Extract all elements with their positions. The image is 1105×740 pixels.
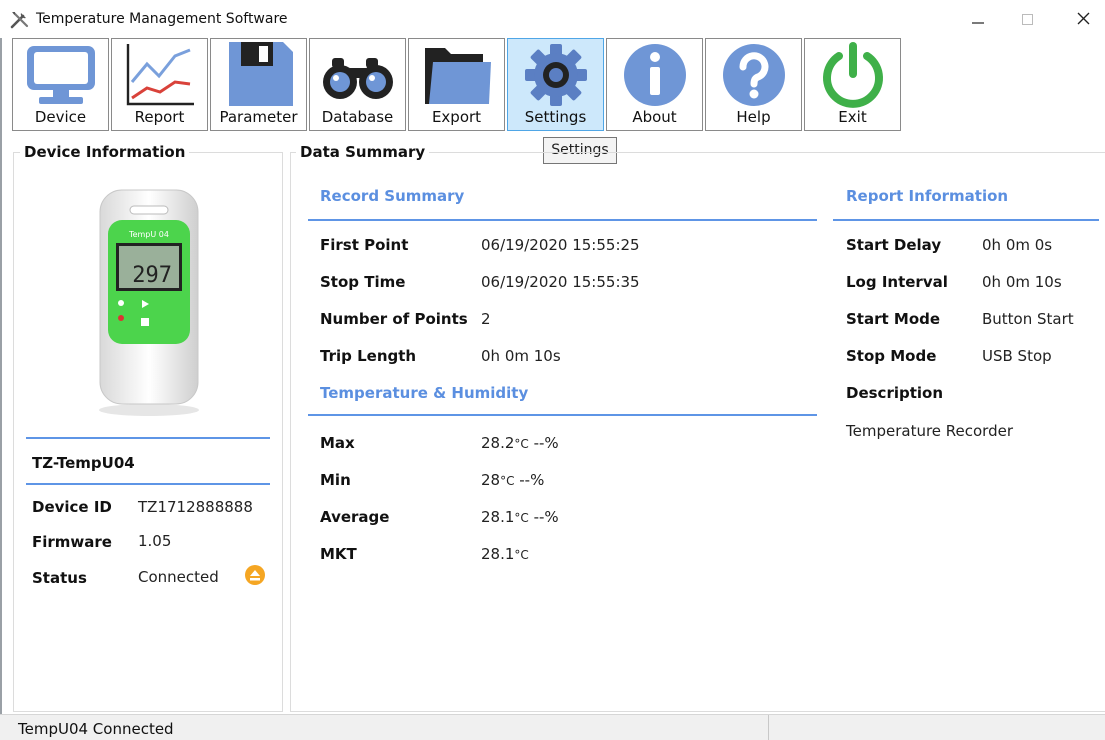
mkt-value: 28.1°C (481, 545, 529, 563)
data-logger-image: TempU 04 297 (99, 189, 199, 416)
record-summary-divider (308, 219, 817, 221)
report-button-label: Report (134, 108, 185, 126)
status-label: Status (32, 569, 87, 587)
average-label: Average (320, 508, 390, 526)
temp-humidity-heading: Temperature & Humidity (320, 384, 529, 402)
device-name: TZ-TempU04 (32, 454, 135, 472)
log-interval-label: Log Interval (846, 273, 948, 291)
first-point-label: First Point (320, 236, 409, 254)
temp-humidity-divider (308, 414, 817, 416)
trip-length-value: 0h 0m 10s (481, 347, 561, 365)
number-of-points-value: 2 (481, 310, 491, 328)
max-value: 28.2°C --% (481, 434, 559, 452)
device-divider-bottom (26, 483, 270, 485)
about-button-label: About (632, 108, 677, 126)
stop-time-label: Stop Time (320, 273, 406, 291)
record-summary-heading: Record Summary (320, 187, 465, 205)
device-information-title: Device Information (20, 143, 190, 161)
start-delay-value: 0h 0m 0s (982, 236, 1053, 254)
log-interval-value: 0h 0m 10s (982, 273, 1062, 291)
eject-icon[interactable] (244, 564, 266, 586)
device-divider-top (26, 437, 270, 439)
data-summary-title: Data Summary (296, 143, 430, 161)
description-value: Temperature Recorder (846, 422, 1014, 440)
device-display-reading: 297 (132, 263, 172, 288)
report-information-heading: Report Information (846, 187, 1009, 205)
device-button-label: Device (34, 108, 87, 126)
number-of-points-label: Number of Points (320, 310, 468, 328)
status-bar-divider (768, 715, 769, 740)
report-button[interactable]: Report (111, 38, 208, 131)
firmware-value: 1.05 (138, 532, 172, 550)
device-id-value: TZ1712888888 (138, 498, 253, 516)
export-button[interactable]: Export (408, 38, 505, 131)
database-button-label: Database (321, 108, 394, 126)
start-mode-label: Start Mode (846, 310, 941, 328)
average-value: 28.1°C --% (481, 508, 559, 526)
device-button[interactable]: Device (12, 38, 109, 131)
stop-mode-value: USB Stop (982, 347, 1052, 365)
start-delay-label: Start Delay (846, 236, 942, 254)
parameter-button-label: Parameter (219, 108, 298, 126)
exit-button[interactable]: Exit (804, 38, 901, 131)
stop-mode-label: Stop Mode (846, 347, 937, 365)
window-title: Temperature Management Software (36, 11, 288, 27)
close-icon[interactable] (1062, 6, 1102, 32)
tools-icon (10, 11, 29, 29)
max-label: Max (320, 434, 355, 452)
status-value: Connected (138, 568, 219, 586)
status-bar: TempU04 Connected (0, 714, 1105, 740)
report-information-divider (833, 219, 1099, 221)
first-point-value: 06/19/2020 15:55:25 (481, 236, 640, 254)
stop-time-value: 06/19/2020 15:55:35 (481, 273, 640, 291)
export-button-label: Export (431, 108, 482, 126)
maximize-icon[interactable] (1008, 6, 1048, 32)
status-bar-text: TempU04 Connected (18, 720, 174, 738)
settings-button[interactable]: Settings (507, 38, 604, 131)
binoculars-icon (323, 58, 393, 99)
firmware-label: Firmware (32, 533, 112, 551)
device-model-label: TempU 04 (128, 230, 169, 239)
min-value: 28°C --% (481, 471, 545, 489)
help-button-label: Help (736, 108, 771, 126)
exit-button-label: Exit (838, 108, 867, 126)
monitor-icon (27, 46, 95, 104)
info-icon (624, 44, 686, 106)
about-button[interactable]: About (606, 38, 703, 131)
start-mode-value: Button Start (982, 310, 1074, 328)
data-summary-panel: Data Summary Record Summary First Point … (290, 143, 1105, 712)
floppy-disk-icon (229, 42, 293, 106)
description-label: Description (846, 384, 944, 402)
settings-button-label: Settings (524, 108, 587, 126)
min-label: Min (320, 471, 351, 489)
mkt-label: MKT (320, 545, 357, 563)
window-edge (0, 38, 2, 714)
device-id-label: Device ID (32, 498, 112, 516)
title-bar: Temperature Management Software (0, 0, 1105, 38)
minimize-icon[interactable] (958, 6, 998, 32)
chart-icon (126, 44, 194, 106)
folder-icon (425, 48, 491, 104)
help-button[interactable]: Help (705, 38, 802, 131)
parameter-button[interactable]: Parameter (210, 38, 307, 131)
database-button[interactable]: Database (309, 38, 406, 131)
question-icon (723, 44, 785, 106)
device-information-panel: Device Information TempU 04 297 TZ-TempU… (13, 143, 283, 712)
trip-length-label: Trip Length (320, 347, 417, 365)
gear-icon (525, 44, 587, 106)
power-icon (823, 42, 883, 108)
